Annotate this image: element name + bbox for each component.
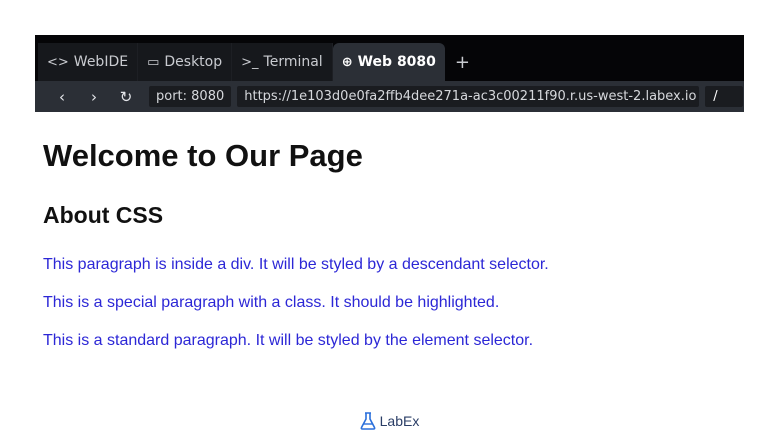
reload-button[interactable]: ↻ bbox=[113, 85, 139, 109]
monitor-icon: ▭ bbox=[147, 54, 160, 70]
browser-nav-bar: ‹ › ↻ port: 8080 https://1e103d0e0fa2ffb… bbox=[35, 81, 744, 112]
tab-bar: <> WebIDE ▭ Desktop >_ Terminal ⊕ Web 80… bbox=[35, 35, 744, 81]
tab-terminal-label: Terminal bbox=[263, 54, 323, 70]
tab-webide-label: WebIDE bbox=[73, 54, 129, 70]
standard-paragraph: This is a standard paragraph. It will be… bbox=[43, 332, 534, 349]
back-button[interactable]: ‹ bbox=[49, 85, 75, 109]
terminal-icon: >_ bbox=[241, 54, 259, 70]
section-heading: About CSS bbox=[43, 202, 164, 228]
labex-footer: LabEx bbox=[0, 412, 779, 430]
chevron-right-icon: › bbox=[91, 87, 97, 106]
highlighted-paragraph: This is a special paragraph with a class… bbox=[43, 294, 500, 311]
web-page-content: Welcome to Our Page About CSS This parag… bbox=[43, 138, 743, 351]
tab-desktop[interactable]: ▭ Desktop bbox=[138, 43, 233, 81]
tab-webide[interactable]: <> WebIDE bbox=[38, 43, 139, 81]
tab-web-8080-label: Web 8080 bbox=[357, 54, 436, 70]
globe-icon: ⊕ bbox=[341, 54, 353, 70]
page-title: Welcome to Our Page bbox=[43, 138, 363, 173]
reload-icon: ↻ bbox=[119, 87, 133, 106]
tab-web-8080[interactable]: ⊕ Web 8080 bbox=[332, 43, 445, 81]
add-tab-button[interactable]: + bbox=[445, 43, 480, 81]
ide-frame: <> WebIDE ▭ Desktop >_ Terminal ⊕ Web 80… bbox=[35, 35, 744, 112]
tab-desktop-label: Desktop bbox=[164, 54, 223, 70]
descendant-paragraph: This paragraph is inside a div. It will … bbox=[43, 256, 549, 273]
forward-button[interactable]: › bbox=[81, 85, 107, 109]
flask-icon bbox=[360, 412, 376, 430]
url-field[interactable]: https://1e103d0e0fa2ffb4dee271a-ac3c0021… bbox=[237, 86, 700, 107]
code-icon: <> bbox=[47, 54, 69, 70]
chevron-left-icon: ‹ bbox=[59, 87, 65, 106]
path-input[interactable]: / bbox=[705, 86, 744, 107]
tab-terminal[interactable]: >_ Terminal bbox=[232, 43, 333, 81]
port-badge: port: 8080 bbox=[149, 86, 232, 107]
labex-logo-text: LabEx bbox=[379, 413, 420, 429]
